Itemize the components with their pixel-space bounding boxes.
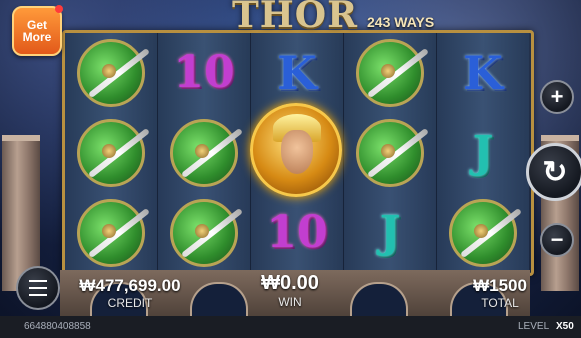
total-bet-display[interactable]: ₩1500 TOTAL bbox=[450, 276, 550, 310]
credit-label: CREDIT bbox=[107, 296, 153, 310]
level-label: LEVEL bbox=[518, 321, 550, 332]
credit-value: ₩477,699.00 bbox=[79, 276, 181, 295]
increase-bet-button[interactable]: + bbox=[540, 80, 574, 114]
slot-game-screen: 10 K 10 J K J THOR 243 WAYS Get More + ↻… bbox=[0, 0, 581, 338]
symbol-jack: J bbox=[472, 127, 494, 178]
symbol-shield-sword bbox=[437, 193, 529, 273]
reel-2: 10 bbox=[158, 33, 251, 273]
get-more-button[interactable]: Get More bbox=[12, 5, 63, 56]
spin-icon: ↻ bbox=[542, 155, 568, 189]
symbol-shield-sword bbox=[65, 193, 157, 273]
symbol-shield-sword bbox=[344, 33, 436, 113]
plus-icon: + bbox=[550, 84, 564, 109]
symbol-shield-sword bbox=[65, 33, 157, 113]
menu-button[interactable] bbox=[16, 266, 60, 310]
symbol-shield-sword bbox=[158, 113, 250, 193]
credit-display: ₩477,699.00 CREDIT bbox=[70, 276, 190, 310]
reel-4: J bbox=[344, 33, 437, 273]
minus-icon: − bbox=[550, 227, 564, 252]
total-label: TOTAL bbox=[481, 296, 519, 310]
reel-5: K J bbox=[437, 33, 529, 273]
total-value: ₩1500 bbox=[473, 276, 527, 295]
get-more-line2: More bbox=[22, 30, 52, 44]
symbol-thor-wild bbox=[250, 100, 342, 200]
symbol-shield-sword bbox=[344, 113, 436, 193]
reel-1 bbox=[65, 33, 158, 273]
symbol-jack: J bbox=[379, 207, 401, 258]
status-bar: 664880408858 LEVEL X50 bbox=[0, 316, 581, 338]
symbol-king: K bbox=[463, 46, 503, 100]
menu-icon bbox=[29, 280, 47, 296]
symbol-shield-sword bbox=[158, 193, 250, 273]
ways-label: 243 WAYS bbox=[367, 14, 435, 30]
win-label: WIN bbox=[278, 295, 302, 309]
notification-dot-icon bbox=[55, 5, 63, 13]
session-id: 664880408858 bbox=[24, 321, 91, 332]
symbol-ten: 10 bbox=[173, 47, 235, 98]
spin-button[interactable]: ↻ bbox=[526, 143, 581, 201]
win-value: ₩0.00 bbox=[261, 272, 319, 294]
win-display: ₩0.00 WIN bbox=[240, 272, 340, 309]
symbol-ten: 10 bbox=[266, 207, 328, 258]
symbol-shield-sword bbox=[65, 113, 157, 193]
game-logo: THOR bbox=[232, 0, 359, 36]
thor-portrait-icon bbox=[250, 103, 342, 197]
level-value: X50 bbox=[556, 321, 574, 332]
decrease-bet-button[interactable]: − bbox=[540, 223, 574, 257]
